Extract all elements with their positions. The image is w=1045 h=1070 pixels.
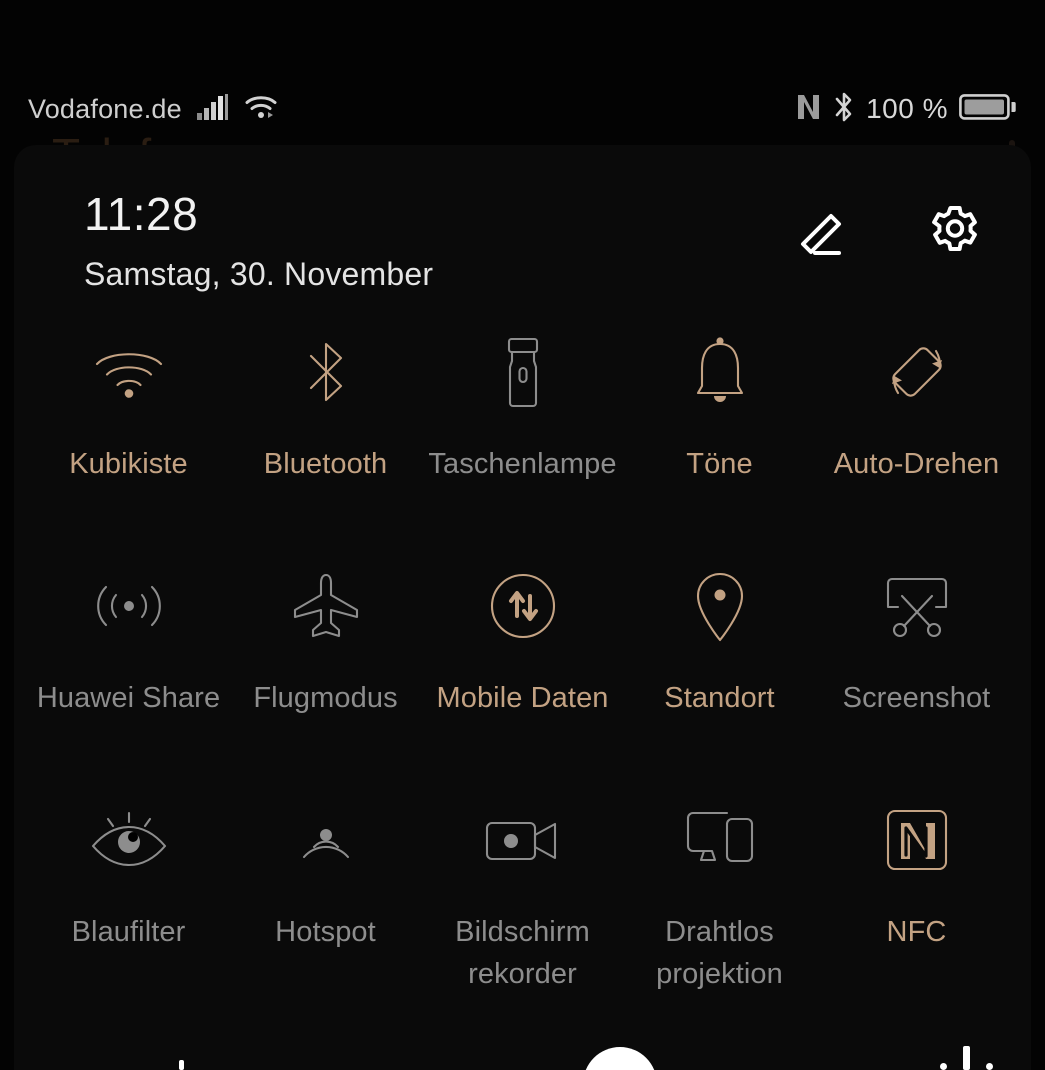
tile-label: Hotspot — [275, 916, 376, 948]
bluetooth-icon — [227, 329, 424, 415]
hotspot-icon — [227, 797, 424, 883]
tile-label: Taschenlampe — [428, 448, 617, 480]
status-bar-left: Vodafone.de — [28, 93, 280, 126]
clock-label: 11:28 — [84, 188, 199, 240]
tile-label: Töne — [686, 448, 753, 480]
tile-label: Bluetooth — [263, 448, 388, 480]
tile-screenshot[interactable]: Screenshot — [818, 541, 1015, 775]
tile-toene[interactable]: Töne — [621, 307, 818, 541]
tile-label: Kubikiste — [69, 448, 188, 480]
tile-label: Auto-Drehen — [833, 448, 1000, 480]
pencil-icon — [795, 204, 851, 265]
panel-header: 11:28 Samstag, 30. November — [14, 145, 1031, 295]
nav-tick-center — [963, 1046, 970, 1070]
nfc-icon — [818, 797, 1015, 883]
tile-flugmodus[interactable]: Flugmodus — [227, 541, 424, 775]
cellular-signal-icon — [196, 93, 230, 126]
battery-full-icon — [959, 92, 1017, 127]
tile-label: Huawei Share — [36, 682, 221, 714]
tile-bildschirmrekorder[interactable]: Bildschirm rekorder — [424, 775, 621, 1009]
bell-icon — [621, 329, 818, 415]
nav-tick-dot-right — [986, 1063, 993, 1070]
status-bar-right: 100 % — [795, 91, 1017, 128]
tile-label: Bildschirm rekorder — [455, 916, 590, 991]
eye-icon — [30, 797, 227, 883]
phone-screen: Telefon Vodafone.de — [0, 0, 1045, 1070]
tile-huawei-share[interactable]: Huawei Share — [30, 541, 227, 775]
tile-kubikiste[interactable]: Kubikiste — [30, 307, 227, 541]
nfc-icon — [795, 92, 822, 127]
location-pin-icon — [621, 563, 818, 649]
tile-standort[interactable]: Standort — [621, 541, 818, 775]
tile-label: Screenshot — [842, 682, 991, 714]
tile-label: Drahtlos projektion — [656, 916, 783, 991]
battery-percent-label: 100 % — [866, 93, 948, 124]
tile-blaufilter[interactable]: Blaufilter — [30, 775, 227, 1009]
tile-mobile-daten[interactable]: Mobile Daten — [424, 541, 621, 775]
settings-button[interactable] — [925, 204, 985, 264]
tile-taschenlampe[interactable]: Taschenlampe — [424, 307, 621, 541]
tile-label: NFC — [886, 916, 947, 948]
auto-rotate-icon — [818, 329, 1015, 415]
wifi-icon — [244, 93, 280, 126]
panel-header-actions — [793, 190, 985, 264]
wifi-icon — [30, 329, 227, 415]
flashlight-icon — [424, 329, 621, 415]
tile-label: Mobile Daten — [436, 682, 609, 714]
screen-recorder-icon — [424, 797, 621, 883]
tile-hotspot[interactable]: Hotspot — [227, 775, 424, 1009]
quick-settings-grid: Kubikiste Bluetooth Taschenlampe Töne Au… — [14, 295, 1031, 1009]
airplane-icon — [227, 563, 424, 649]
huawei-share-icon — [30, 563, 227, 649]
tile-drahtlosprojektion[interactable]: Drahtlos projektion — [621, 775, 818, 1009]
edit-button[interactable] — [793, 204, 853, 264]
nav-tick-left — [179, 1060, 184, 1070]
screenshot-icon — [818, 563, 1015, 649]
bluetooth-icon — [833, 91, 855, 128]
tile-label: Standort — [664, 682, 775, 714]
carrier-label: Vodafone.de — [28, 93, 182, 124]
tile-bluetooth[interactable]: Bluetooth — [227, 307, 424, 541]
date-label: Samstag, 30. November — [84, 256, 434, 293]
nav-tick-dot-left — [940, 1063, 947, 1070]
status-bar: Vodafone.de 100 % — [0, 85, 1045, 133]
clock-date-block: 11:28 Samstag, 30. November — [84, 190, 433, 293]
quick-settings-panel: 11:28 Samstag, 30. November Kubikiste Bl… — [14, 145, 1031, 1070]
tile-label: Blaufilter — [71, 916, 186, 948]
wireless-projection-icon — [621, 797, 818, 883]
tile-label: Flugmodus — [253, 682, 398, 714]
mobile-data-icon — [424, 563, 621, 649]
tile-nfc[interactable]: NFC — [818, 775, 1015, 1009]
gear-icon — [926, 203, 984, 266]
tile-auto-drehen[interactable]: Auto-Drehen — [818, 307, 1015, 541]
